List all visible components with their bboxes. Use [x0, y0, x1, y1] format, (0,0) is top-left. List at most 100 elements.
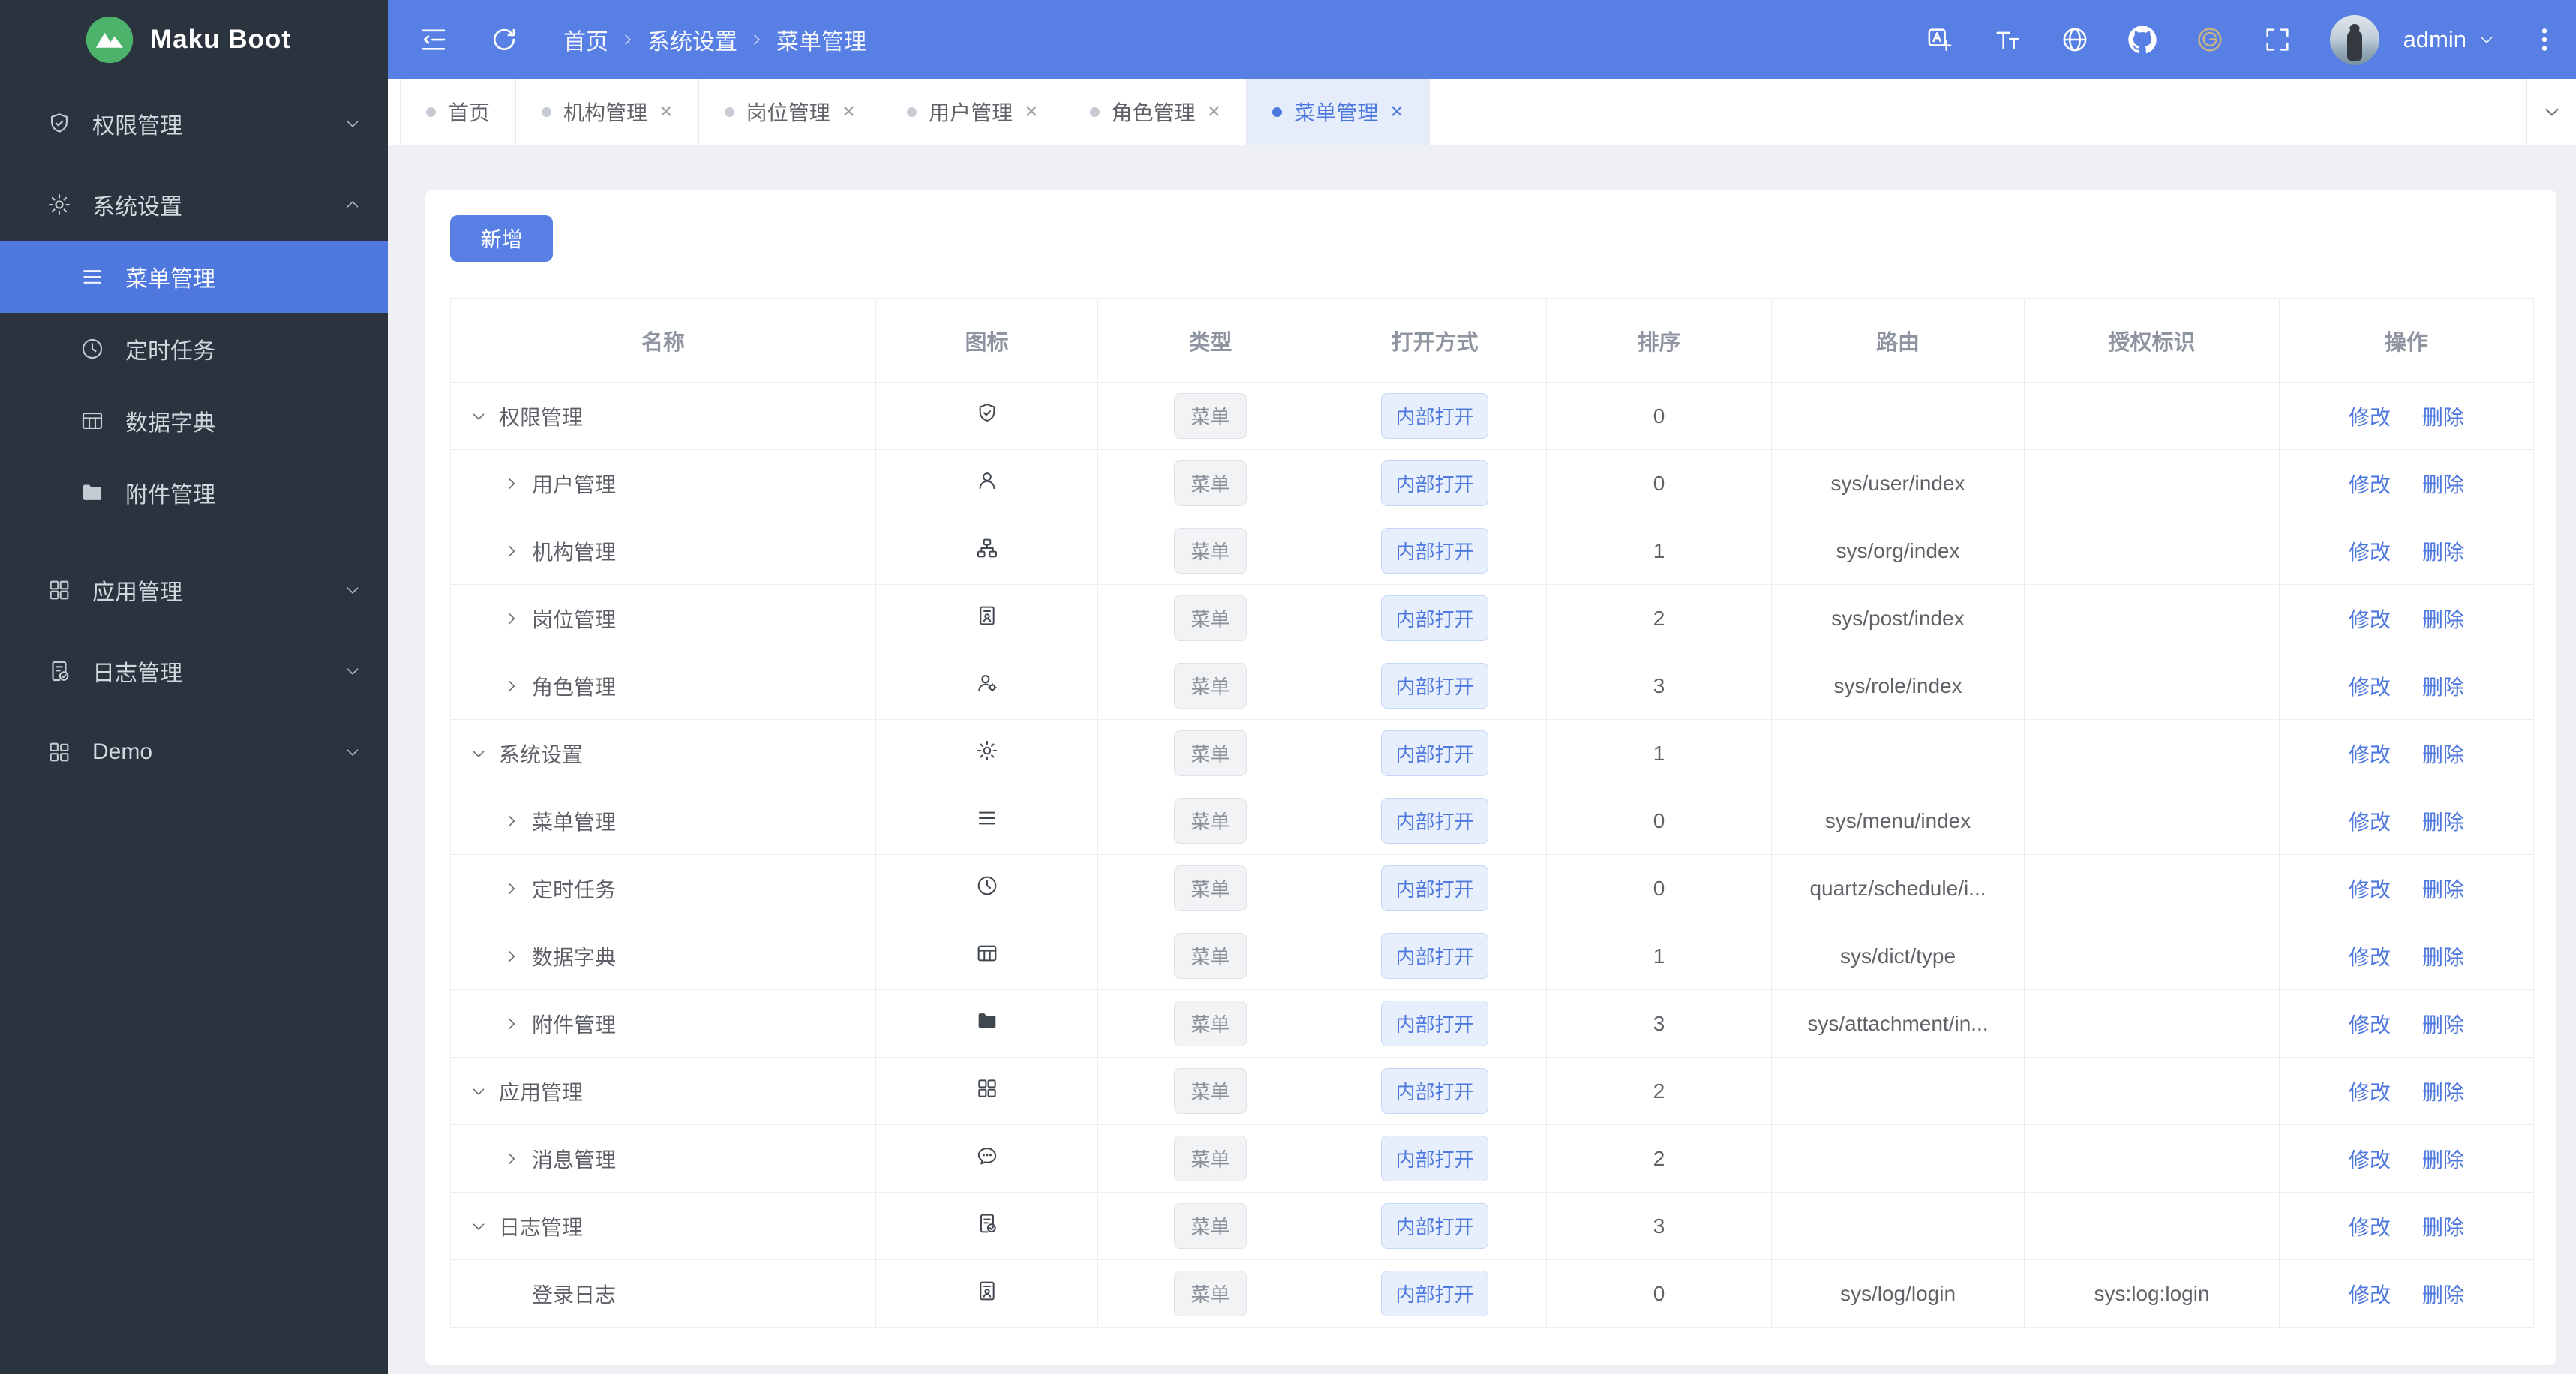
fullscreen-icon[interactable] [2262, 25, 2292, 55]
edit-link[interactable]: 修改 [2349, 676, 2391, 699]
tab-item[interactable]: 机构管理 × [516, 79, 699, 145]
edit-link[interactable]: 修改 [2349, 878, 2391, 902]
open-mode-badge: 内部打开 [1381, 1000, 1488, 1046]
tab-close-icon[interactable]: × [1025, 100, 1038, 123]
sidebar-item[interactable]: 权限管理 [0, 88, 388, 160]
message-icon [975, 1144, 999, 1168]
edit-link[interactable]: 修改 [2349, 811, 2391, 834]
row-expand-chevron-right-icon[interactable] [502, 474, 521, 494]
row-expand-chevron-right-icon[interactable] [502, 879, 521, 898]
tab-item[interactable]: 用户管理 × [881, 79, 1064, 145]
column-header: 打开方式 [1323, 298, 1547, 382]
delete-link[interactable]: 删除 [2422, 1148, 2464, 1172]
content-area: 新增 名称 图标 类型 打开方式 排序 路由 授权标识 操作 权限管理 菜单 内部打开 0 修改 删除用… [388, 145, 2576, 1374]
delete-link[interactable]: 删除 [2422, 946, 2464, 969]
sidebar-item[interactable]: 应用管理 [0, 554, 388, 626]
delete-link[interactable]: 删除 [2422, 1013, 2464, 1036]
row-expand-chevron-right-icon[interactable] [502, 1014, 521, 1034]
row-expand-chevron-right-icon[interactable] [502, 812, 521, 831]
open-mode-badge: 内部打开 [1381, 1068, 1488, 1114]
open-mode-badge: 内部打开 [1381, 393, 1488, 439]
sidebar-item[interactable]: Demo [0, 716, 388, 788]
route-value: sys/log/login [1839, 1281, 1956, 1305]
route-value: sys/menu/index [1824, 808, 1971, 832]
row-expand-chevron-right-icon[interactable] [502, 609, 521, 628]
edit-link[interactable]: 修改 [2349, 1283, 2391, 1306]
sidebar-subitem[interactable]: 菜单管理 [0, 241, 388, 313]
breadcrumb-item[interactable]: 系统设置 [647, 23, 737, 56]
sidebar-subitem[interactable]: 附件管理 [0, 457, 388, 529]
tab-item[interactable]: 角色管理 × [1064, 79, 1247, 145]
delete-link[interactable]: 删除 [2422, 406, 2464, 429]
sidebar-collapse-button[interactable] [418, 24, 449, 56]
delete-link[interactable]: 删除 [2422, 743, 2464, 766]
sidebar-item[interactable]: 日志管理 [0, 635, 388, 707]
tab-label: 用户管理 [929, 101, 1013, 124]
delete-link[interactable]: 删除 [2422, 878, 2464, 902]
type-badge: 菜单 [1174, 1000, 1247, 1046]
gitee-icon[interactable] [2195, 25, 2225, 55]
delete-link[interactable]: 删除 [2422, 473, 2464, 496]
delete-link[interactable]: 删除 [2422, 608, 2464, 632]
header-action-icons [1925, 25, 2292, 55]
edit-link[interactable]: 修改 [2349, 946, 2391, 969]
add-button[interactable]: 新增 [450, 215, 553, 262]
edit-link[interactable]: 修改 [2349, 473, 2391, 496]
table-row: 数据字典 菜单 内部打开 1 sys/dict/type 修改 删除 [450, 922, 2534, 990]
type-badge: 菜单 [1174, 1068, 1247, 1114]
tab-active[interactable]: 菜单管理 × [1247, 79, 1430, 145]
delete-link[interactable]: 删除 [2422, 676, 2464, 699]
grid-icon [47, 578, 72, 603]
row-expand-chevron-right-icon[interactable] [502, 946, 521, 966]
delete-link[interactable]: 删除 [2422, 541, 2464, 564]
row-expand-chevron-right-icon[interactable] [502, 676, 521, 696]
tab-label: 角色管理 [1111, 101, 1196, 124]
edit-link[interactable]: 修改 [2349, 608, 2391, 632]
delete-link[interactable]: 删除 [2422, 1081, 2464, 1104]
tab-item[interactable]: 首页 [400, 79, 517, 145]
sidebar-subitem[interactable]: 定时任务 [0, 313, 388, 385]
delete-link[interactable]: 删除 [2422, 1216, 2464, 1239]
tab-close-icon[interactable]: × [659, 100, 673, 123]
edit-link[interactable]: 修改 [2349, 541, 2391, 564]
edit-link[interactable]: 修改 [2349, 406, 2391, 429]
user-menu[interactable]: admin [2403, 26, 2496, 53]
font-size-icon[interactable] [1992, 25, 2022, 55]
refresh-button[interactable] [488, 24, 520, 56]
table-row: 消息管理 菜单 内部打开 2 修改 删除 [450, 1124, 2534, 1192]
row-expand-chevron-down-icon[interactable] [469, 744, 488, 764]
tab-close-icon[interactable]: × [1390, 100, 1404, 123]
translate-icon[interactable] [1925, 25, 1955, 55]
row-expand-chevron-down-icon[interactable] [469, 1082, 488, 1101]
tab-close-icon[interactable]: × [842, 100, 856, 123]
avatar[interactable] [2329, 14, 2379, 64]
row-expand-chevron-down-icon[interactable] [469, 406, 488, 426]
tab-item[interactable]: 岗位管理 × [699, 79, 882, 145]
row-expand-chevron-right-icon[interactable] [502, 1149, 521, 1168]
user-icon [975, 469, 999, 493]
edit-link[interactable]: 修改 [2349, 743, 2391, 766]
tabs-overflow-button[interactable] [2526, 79, 2576, 145]
tab-close-icon[interactable]: × [1208, 100, 1221, 123]
more-menu-button[interactable] [2529, 25, 2559, 55]
edit-link[interactable]: 修改 [2349, 1148, 2391, 1172]
edit-link[interactable]: 修改 [2349, 1216, 2391, 1239]
row-name: 消息管理 [532, 1148, 617, 1172]
logo-icon [84, 14, 135, 65]
delete-link[interactable]: 删除 [2422, 811, 2464, 834]
row-expand-chevron-down-icon[interactable] [469, 1216, 488, 1236]
row-name: 用户管理 [532, 472, 617, 496]
github-icon[interactable] [2127, 25, 2157, 55]
type-badge: 菜单 [1174, 663, 1247, 709]
chevron-up-icon [343, 195, 362, 214]
delete-link[interactable]: 删除 [2422, 1283, 2464, 1306]
breadcrumb-item[interactable]: 首页 [563, 23, 608, 56]
globe-icon[interactable] [2060, 25, 2090, 55]
breadcrumb: 首页 系统设置 菜单管理 [563, 23, 866, 56]
edit-link[interactable]: 修改 [2349, 1013, 2391, 1036]
row-name: 定时任务 [532, 878, 617, 902]
edit-link[interactable]: 修改 [2349, 1081, 2391, 1104]
sidebar-item[interactable]: 系统设置 [0, 169, 388, 241]
row-expand-chevron-right-icon[interactable] [502, 542, 521, 561]
sidebar-subitem[interactable]: 数据字典 [0, 385, 388, 457]
